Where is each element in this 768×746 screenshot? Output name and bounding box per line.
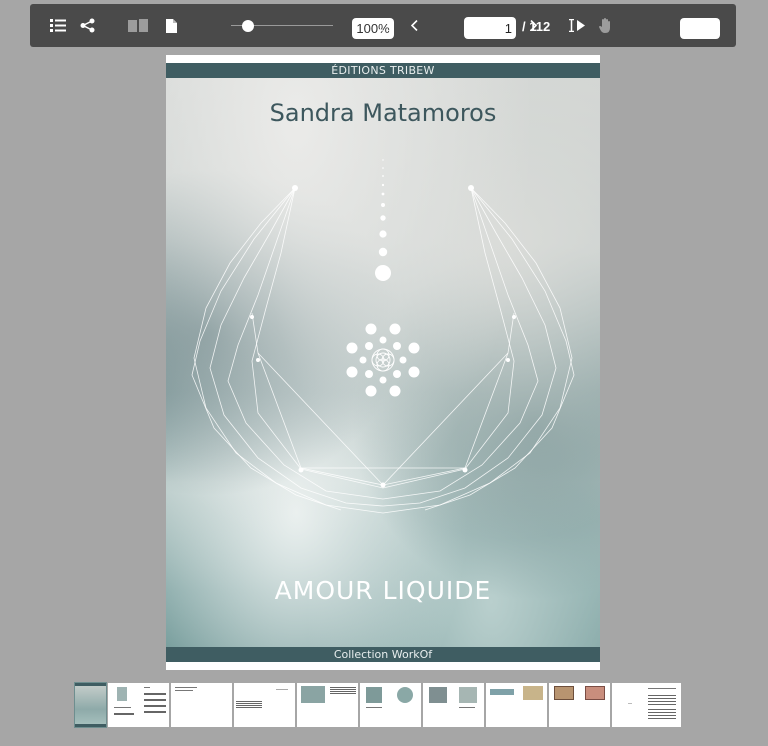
search-icon[interactable] bbox=[693, 4, 709, 47]
single-page-view-icon[interactable] bbox=[162, 4, 180, 47]
collection-band: Collection WorkOf bbox=[166, 647, 600, 662]
page-thumbnail[interactable] bbox=[108, 683, 169, 727]
page-thumbnail[interactable] bbox=[297, 683, 358, 727]
page-thumbnail[interactable] bbox=[549, 683, 610, 727]
book-page[interactable]: ÉDITIONS TRIBEW Sandra Matamoros AMOUR L… bbox=[166, 55, 600, 670]
viewer-toolbar: 100% 1 / 112 bbox=[30, 4, 736, 47]
next-page-icon[interactable] bbox=[524, 4, 542, 47]
text-select-icon[interactable] bbox=[566, 4, 588, 47]
page-thumbnail[interactable] bbox=[612, 683, 681, 727]
page-thumbnail[interactable] bbox=[171, 683, 232, 727]
toc-icon[interactable] bbox=[48, 4, 68, 47]
publisher-band: ÉDITIONS TRIBEW bbox=[166, 63, 600, 78]
two-page-view-icon[interactable] bbox=[126, 4, 150, 47]
current-page-field[interactable]: 1 bbox=[464, 17, 516, 39]
prev-page-icon[interactable] bbox=[405, 4, 423, 47]
thumbnail-strip bbox=[74, 682, 681, 728]
cover-geometric-artwork bbox=[191, 159, 575, 514]
fullscreen-icon[interactable] bbox=[376, 4, 394, 47]
page-thumbnail[interactable] bbox=[74, 682, 107, 728]
page-thumbnail[interactable] bbox=[360, 683, 421, 727]
page-thumbnail[interactable] bbox=[423, 683, 484, 727]
book-cover: ÉDITIONS TRIBEW Sandra Matamoros AMOUR L… bbox=[166, 63, 600, 662]
page-thumbnail[interactable] bbox=[486, 683, 547, 727]
share-icon[interactable] bbox=[77, 4, 97, 47]
author-name: Sandra Matamoros bbox=[269, 99, 497, 127]
hand-tool-icon[interactable] bbox=[596, 4, 614, 47]
zoom-slider-handle[interactable] bbox=[242, 20, 254, 32]
page-thumbnail[interactable] bbox=[234, 683, 295, 727]
book-title: AMOUR LIQUIDE bbox=[274, 576, 492, 605]
